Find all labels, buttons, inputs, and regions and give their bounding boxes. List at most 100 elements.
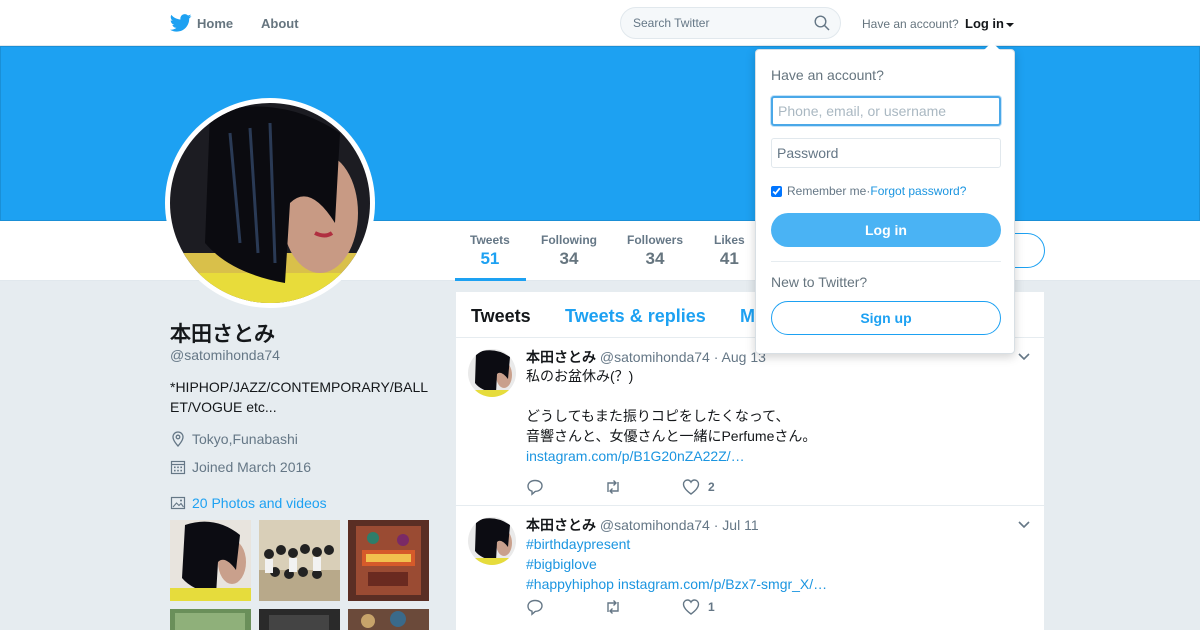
divider [771,261,1001,262]
tweet-date[interactable]: · Jul 11 [714,517,759,533]
reply-action[interactable] [526,478,544,496]
remember-me-checkbox[interactable] [771,185,782,197]
thumbnail-image [170,609,251,630]
profile-handle[interactable]: @satomihonda74 [170,347,280,363]
profile-avatar[interactable] [165,98,375,308]
chevron-down-icon[interactable] [1018,521,1030,529]
login-dropdown-toggle[interactable]: Log in [965,16,1014,31]
stat-likes[interactable]: Likes 41 [714,233,745,269]
twitter-bird-icon[interactable] [170,14,192,32]
thumbnail-image [259,520,340,601]
retweet-action[interactable] [604,598,622,616]
tweet-author-name[interactable]: 本田さとみ [526,517,596,533]
username-field[interactable] [771,96,1001,126]
nav-about-link[interactable]: About [261,16,299,31]
stat-value: 34 [645,249,665,268]
tweet-line: 音響さんと、女優さんと一緒にPerfumeさん。 [526,428,817,444]
remember-me-label[interactable]: Remember me [787,184,866,198]
dropdown-title: Have an account? [771,67,884,83]
new-to-twitter-text: New to Twitter? [771,274,868,290]
tweet-item[interactable]: 本田さとみ @satomihonda74 · Aug 13 私のお盆休み(？) … [456,338,1044,506]
stat-value: 41 [719,249,739,268]
active-tab-indicator [455,278,526,281]
stat-label: Following [541,233,597,247]
tab-tweets[interactable]: Tweets [471,306,531,327]
joined-text: Joined March 2016 [192,459,312,475]
tweet-item[interactable]: 本田さとみ @satomihonda74 · Jul 11 #birthdayp… [456,506,1044,630]
search-icon[interactable] [814,15,830,31]
tweet-text: #birthdaypresent #bigbiglove #happyhipho… [526,534,827,594]
tweet-avatar[interactable] [468,517,516,565]
profile-bio: *HIPHOP/JAZZ/CONTEMPORARY/BALLET/VOGUE e… [170,379,429,415]
photo-thumbnail[interactable] [170,520,251,601]
tab-media[interactable]: M [740,306,755,327]
tweet-author-handle[interactable]: @satomihonda74 [600,517,710,533]
stat-label: Followers [627,233,684,247]
photo-thumbnail[interactable] [259,609,340,630]
tweet-avatar[interactable] [468,349,516,397]
stat-followers[interactable]: Followers 34 [627,233,683,269]
photo-thumbnail[interactable] [259,520,340,601]
profile-location: Tokyo,Funabashi [170,431,298,447]
calendar-icon [170,460,186,475]
photo-thumbnail[interactable] [170,609,251,630]
avatar-image [170,103,370,303]
stat-tweets[interactable]: Tweets 51 [470,233,510,269]
signup-button[interactable]: Sign up [771,301,1001,335]
stat-following[interactable]: Following 34 [541,233,597,269]
reply-action[interactable] [526,598,544,616]
location-text: Tokyo,Funabashi [192,431,298,447]
photos-videos-link[interactable]: 20 Photos and videos [170,495,327,511]
retweet-action[interactable] [604,478,622,496]
like-count: 2 [708,480,715,494]
photo-thumbnail[interactable] [348,520,429,601]
login-button[interactable]: Log in [771,213,1001,247]
tweet-avatar-image [468,517,516,565]
photos-link-label: 20 Photos and videos [192,495,327,511]
caret-down-icon [1006,22,1014,27]
like-action[interactable]: 2 [682,478,715,496]
hashtag-link[interactable]: #happyhiphop [526,576,614,592]
thumbnail-image [348,609,429,630]
tweet-avatar-image [468,349,516,397]
top-nav-bar: Home About Have an account? Log in [0,0,1200,46]
tweet-link[interactable]: instagram.com/p/B1G20nZA22Z/… [526,448,745,464]
reply-icon [527,599,543,616]
tweet-text: 私のお盆休み(？) どうしてもまた振りコピをしたくなって、 音響さんと、女優さん… [526,366,816,466]
retweet-icon [607,480,619,494]
nav-home-link[interactable]: Home [197,16,233,31]
photos-icon [170,496,186,510]
stat-value: 34 [559,249,579,268]
like-action[interactable]: 1 [682,598,715,616]
forgot-password-link[interactable]: Forgot password? [870,184,966,198]
thumbnail-image [259,609,340,630]
thumbnail-image [348,520,429,601]
remember-row: Remember me · Forgot password? [771,184,966,198]
retweet-icon [607,600,619,614]
password-field[interactable] [771,138,1001,168]
login-dropdown: Have an account? Remember me · Forgot pa… [755,42,1015,354]
tweet-actions: 1 [526,598,775,616]
tweet-line: 私のお盆休み(？) [526,368,634,384]
hashtag-link[interactable]: #bigbiglove [526,556,597,572]
search-box [620,7,841,39]
tweet-link[interactable]: instagram.com/p/Bzx7-smgr_X/… [618,576,827,592]
profile-name[interactable]: 本田さとみ [170,318,275,348]
tweet-line: どうしてもまた振りコピをしたくなって、 [526,408,790,424]
search-input[interactable] [621,8,801,38]
chevron-down-icon[interactable] [1018,353,1030,361]
avatar-photo [170,103,370,303]
tweet-actions: 2 [526,478,775,496]
stat-label: Likes [714,233,745,247]
tab-tweets-replies[interactable]: Tweets & replies [565,306,706,327]
hashtag-link[interactable]: #birthdaypresent [526,536,630,552]
stat-value: 51 [480,249,500,268]
tweet-author-handle[interactable]: @satomihonda74 [600,349,710,365]
thumbnail-image [170,520,251,601]
tweet-header: 本田さとみ @satomihonda74 · Aug 13 [526,347,766,367]
tweet-author-name[interactable]: 本田さとみ [526,349,596,365]
photo-thumbnail[interactable] [348,609,429,630]
login-link-label: Log in [965,16,1004,31]
tweet-header: 本田さとみ @satomihonda74 · Jul 11 [526,515,759,535]
